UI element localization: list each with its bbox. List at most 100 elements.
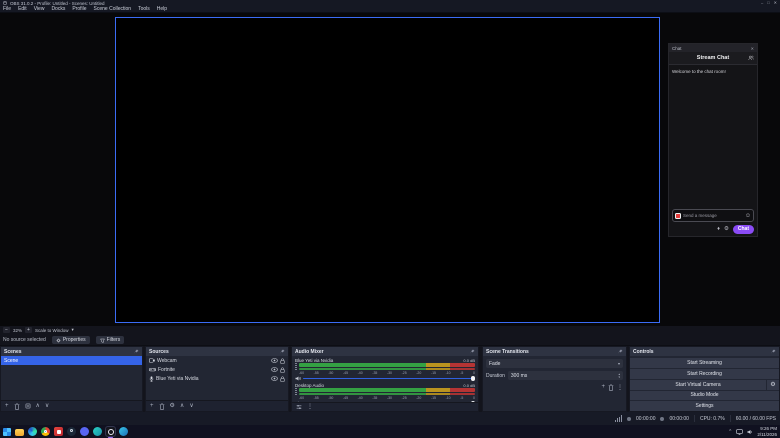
- chat-dock: Chat ✕ Stream Chat Welcome to the chat r…: [668, 43, 758, 237]
- remove-transition-button[interactable]: [608, 384, 614, 391]
- scene-filters-button[interactable]: [25, 403, 31, 409]
- scenes-dock-header[interactable]: Scenes: [1, 347, 142, 356]
- visibility-eye-icon[interactable]: [271, 367, 278, 372]
- lock-icon[interactable]: [280, 375, 285, 382]
- audio-mixer-header[interactable]: Audio Mixer: [292, 347, 478, 356]
- settings-button[interactable]: Settings: [630, 401, 779, 411]
- add-transition-button[interactable]: +: [601, 384, 605, 391]
- record-status-icon: [660, 416, 665, 421]
- start-virtual-camera-button[interactable]: Start Virtual Camera: [630, 379, 766, 390]
- edge-icon[interactable]: [28, 427, 37, 436]
- studio-mode-button[interactable]: Studio Mode: [630, 390, 779, 401]
- channel-grip-icon[interactable]: [295, 388, 297, 395]
- mail-app-icon[interactable]: [54, 427, 63, 436]
- chevron-down-icon: ▾: [617, 361, 620, 366]
- pin-icon[interactable]: [470, 349, 475, 354]
- lock-icon[interactable]: [280, 366, 285, 373]
- tray-chevron-up-icon[interactable]: ⌃: [728, 429, 732, 435]
- volume-slider[interactable]: [303, 401, 475, 402]
- camera-icon: [149, 358, 155, 363]
- app-icon-teal-2[interactable]: [119, 427, 128, 436]
- chat-dock-titlebar[interactable]: Chat ✕: [669, 44, 757, 52]
- menu-file[interactable]: File: [3, 6, 11, 12]
- preview-canvas[interactable]: [115, 17, 660, 323]
- viewers-icon[interactable]: [748, 55, 754, 61]
- pin-icon[interactable]: [771, 349, 776, 354]
- start-button[interactable]: [3, 427, 11, 436]
- source-item-fortnite[interactable]: Fortnite: [146, 365, 288, 374]
- lock-icon[interactable]: [280, 357, 285, 364]
- obs-taskbar-icon[interactable]: [105, 426, 116, 438]
- duration-down-icon[interactable]: ▾: [618, 375, 620, 379]
- add-source-button[interactable]: +: [150, 402, 154, 410]
- app-icon-teal[interactable]: [93, 427, 102, 436]
- transition-properties-kebab-icon[interactable]: ⋮: [617, 384, 623, 391]
- add-scene-button[interactable]: +: [5, 402, 9, 410]
- file-explorer-icon[interactable]: [15, 428, 24, 436]
- volume-slider[interactable]: [303, 376, 475, 381]
- visibility-eye-icon[interactable]: [271, 376, 278, 381]
- scale-mode-caret-icon[interactable]: ▾: [72, 327, 74, 333]
- menu-edit[interactable]: Edit: [18, 6, 27, 12]
- chat-dock-close-icon[interactable]: ✕: [751, 46, 754, 51]
- filters-button[interactable]: Filters: [95, 336, 125, 344]
- chat-settings-gear-icon[interactable]: ⚙: [724, 226, 729, 232]
- menu-tools[interactable]: Tools: [138, 6, 150, 12]
- source-properties-gear-icon[interactable]: ⚙: [170, 402, 175, 410]
- mixer-config-icon[interactable]: [296, 404, 302, 410]
- visibility-eye-icon[interactable]: [271, 358, 278, 363]
- move-source-up-button[interactable]: ∧: [180, 402, 184, 410]
- sources-dock-header[interactable]: Sources: [146, 347, 288, 356]
- duration-spinbox[interactable]: 300 ms ▴ ▾: [507, 371, 623, 380]
- menu-help[interactable]: Help: [157, 6, 167, 12]
- transition-select[interactable]: Fade ▾: [486, 359, 623, 368]
- tray-speaker-icon[interactable]: [747, 429, 753, 435]
- start-streaming-button[interactable]: Start Streaming: [630, 358, 779, 368]
- move-scene-down-button[interactable]: ∨: [45, 402, 49, 410]
- scene-list-item[interactable]: Scene: [1, 356, 142, 365]
- move-source-down-button[interactable]: ∨: [189, 402, 193, 410]
- remove-scene-button[interactable]: [14, 402, 20, 410]
- volume-meter-peak: [299, 368, 475, 370]
- start-recording-button[interactable]: Start Recording: [630, 368, 779, 379]
- chrome-icon[interactable]: [41, 427, 50, 436]
- emote-picker-icon[interactable]: ☺: [745, 213, 751, 219]
- bottom-panel: − 32% + Scale to Window ▾ No source sele…: [0, 326, 780, 412]
- gear-icon: [56, 338, 61, 342]
- volume-slider-handle[interactable]: [470, 376, 475, 381]
- duration-label: Duration: [486, 372, 505, 379]
- channel-name: Blue Yeti via Nvidia: [295, 357, 334, 363]
- menu-scene-collection[interactable]: Scene Collection: [94, 6, 132, 12]
- speaker-icon[interactable]: [295, 376, 301, 381]
- scene-transitions-header[interactable]: Scene Transitions: [483, 347, 626, 356]
- tray-monitor-icon[interactable]: [736, 428, 744, 435]
- scale-mode-select[interactable]: Scale to Window: [35, 328, 69, 333]
- remove-source-button[interactable]: [159, 402, 165, 410]
- discord-icon[interactable]: [80, 427, 89, 436]
- chat-input-box[interactable]: ☺: [672, 209, 754, 222]
- mixer-menu-kebab-icon[interactable]: ⋮: [307, 403, 313, 411]
- zoom-in-button[interactable]: +: [25, 327, 33, 333]
- taskbar-clock[interactable]: 9:26 PM 2/11/2026: [757, 426, 777, 437]
- pin-icon[interactable]: [280, 349, 285, 354]
- fps-counter: 60.00 / 60.00 FPS: [735, 415, 776, 422]
- source-item-blue-yeti[interactable]: Blue Yeti via Nvidia: [146, 374, 288, 383]
- pin-icon[interactable]: [618, 349, 623, 354]
- menu-view[interactable]: View: [34, 6, 45, 12]
- chat-message-input[interactable]: [683, 213, 743, 218]
- virtual-camera-config-gear-icon[interactable]: ⚙: [767, 379, 779, 390]
- zoom-out-button[interactable]: −: [3, 327, 10, 333]
- pin-icon[interactable]: [134, 349, 139, 354]
- volume-slider-handle[interactable]: [470, 401, 475, 402]
- chat-send-button[interactable]: Chat: [732, 224, 754, 234]
- steam-icon[interactable]: [67, 427, 76, 436]
- move-scene-up-button[interactable]: ∧: [36, 402, 40, 410]
- source-item-webcam[interactable]: Webcam: [146, 356, 288, 365]
- speaker-icon[interactable]: [295, 401, 301, 403]
- properties-button[interactable]: Properties: [51, 336, 90, 344]
- channel-grip-icon[interactable]: [295, 363, 297, 370]
- menu-profile[interactable]: Profile: [72, 6, 86, 12]
- controls-header[interactable]: Controls: [630, 347, 779, 356]
- menu-docks[interactable]: Docks: [51, 6, 65, 12]
- bits-icon[interactable]: ♦: [717, 226, 720, 232]
